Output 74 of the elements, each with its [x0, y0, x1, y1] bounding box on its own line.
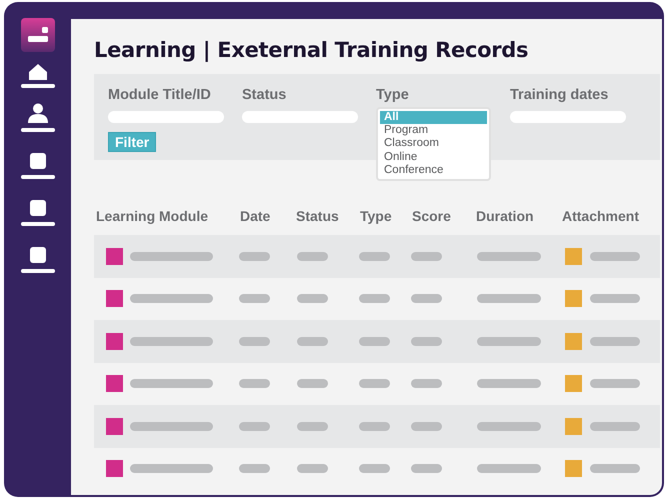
placeholder-bar [477, 379, 541, 388]
filter-label: Training dates [510, 86, 608, 105]
column-header: Score [411, 206, 452, 226]
placeholder-bar [411, 422, 442, 431]
attachment-icon [565, 290, 582, 308]
attachment-icon [565, 460, 582, 478]
placeholder-bar [359, 252, 390, 261]
column-header: Date [239, 206, 272, 226]
placeholder-bar [477, 336, 541, 346]
module-icon [106, 248, 123, 265]
placeholder-bar [411, 294, 442, 304]
placeholder-bar [297, 422, 328, 431]
column-header: Status [295, 206, 340, 226]
list-option[interactable]: Classroom [380, 137, 487, 151]
app-logo-icon[interactable] [20, 18, 54, 52]
column-header: Attachment [561, 206, 640, 226]
page-icon[interactable] [20, 153, 56, 180]
placeholder-bar [477, 252, 541, 261]
placeholder-bar [359, 294, 390, 304]
placeholder-bar [359, 422, 390, 431]
module-icon [106, 375, 123, 392]
type-listbox[interactable]: All Program Classroom Online Conference [376, 107, 491, 182]
placeholder-bar [590, 336, 640, 346]
page-icon[interactable] [20, 200, 56, 227]
placeholder-bar [411, 336, 442, 346]
column-header: Type [359, 206, 393, 226]
placeholder-bar [239, 422, 270, 431]
list-option[interactable]: Online [380, 150, 487, 164]
module-icon [106, 460, 123, 478]
placeholder-bar [477, 294, 541, 304]
attachment-icon [565, 375, 582, 392]
placeholder-bar [239, 252, 270, 261]
column-header: Learning Module [95, 206, 209, 226]
placeholder-bar [590, 379, 640, 388]
placeholder-bar [590, 252, 640, 261]
placeholder-bar [297, 336, 328, 346]
text-field[interactable] [510, 111, 626, 123]
person-icon[interactable] [20, 103, 56, 133]
placeholder-bar [477, 464, 541, 474]
placeholder-bar [359, 464, 390, 474]
filter-label: Status [242, 86, 286, 105]
placeholder-bar [239, 379, 270, 388]
placeholder-bar [590, 422, 640, 431]
placeholder-bar [297, 294, 328, 304]
attachment-icon [565, 332, 582, 350]
placeholder-bar [411, 379, 442, 388]
list-option[interactable]: Program [380, 124, 487, 138]
placeholder-bar [590, 294, 640, 304]
attachment-icon [565, 248, 582, 265]
module-icon [106, 290, 123, 308]
placeholder-bar [590, 464, 640, 474]
list-option[interactable]: Conference [380, 164, 487, 178]
placeholder-bar [359, 379, 390, 388]
text-field[interactable] [242, 111, 358, 123]
page-icon[interactable] [20, 247, 56, 274]
placeholder-bar [411, 464, 442, 474]
home-icon[interactable] [20, 63, 56, 89]
column-header: Duration [475, 206, 535, 226]
placeholder-bar [297, 252, 328, 261]
text-field[interactable] [108, 111, 224, 123]
filter-label: Type [376, 86, 409, 105]
filter-label: Module Title/ID [108, 86, 211, 105]
module-icon [106, 418, 123, 435]
placeholder-bar [297, 379, 328, 388]
module-icon [106, 332, 123, 350]
placeholder-bar [239, 336, 270, 346]
placeholder-bar [239, 294, 270, 304]
placeholder-bar [411, 252, 442, 261]
placeholder-bar [239, 464, 270, 474]
placeholder-bar [297, 464, 328, 474]
placeholder-bar [359, 336, 390, 346]
page-title: Learning | Exeternal Training Records [94, 37, 530, 64]
attachment-icon [565, 418, 582, 435]
placeholder-bar [477, 422, 541, 431]
